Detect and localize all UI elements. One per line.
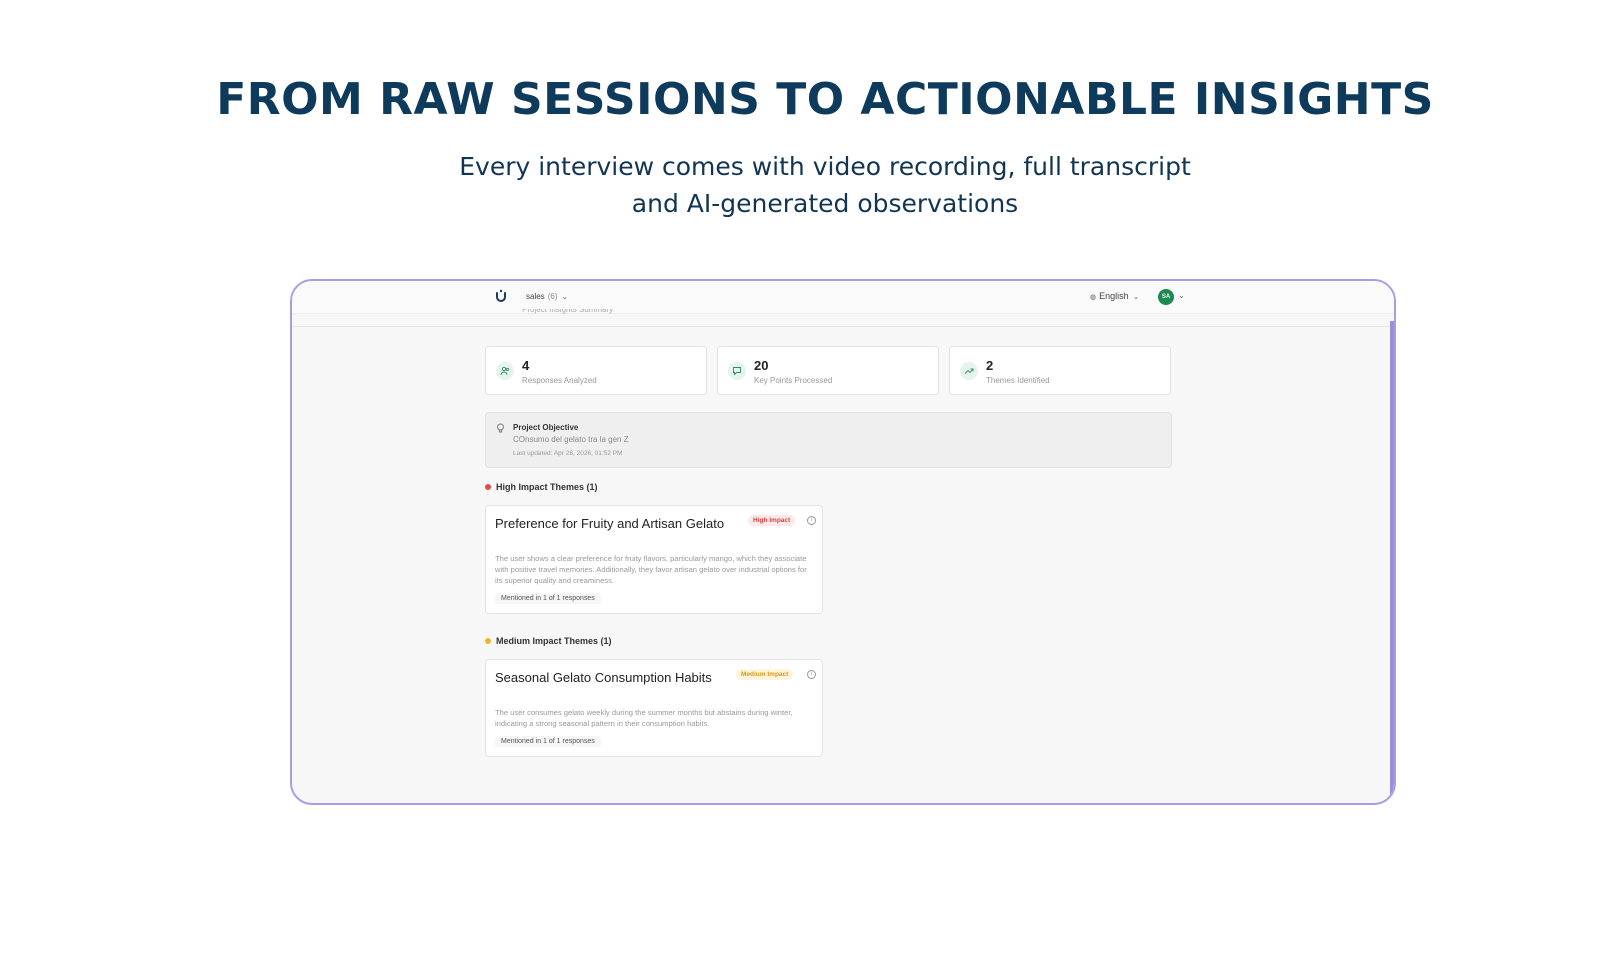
scrollbar[interactable] — [1390, 321, 1394, 803]
stat-card-responses: 4 Responses Analyzed — [485, 346, 707, 395]
mention-count: Mentioned in 1 of 1 responses — [495, 736, 601, 747]
subtitle-line-1: Every interview comes with video recordi… — [459, 152, 1191, 181]
theme-title: Seasonal Gelato Consumption Habits — [495, 670, 712, 685]
stat-label: Key Points Processed — [754, 376, 833, 385]
impact-badge: High Impact — [748, 515, 796, 526]
high-impact-dot — [485, 484, 491, 490]
medium-impact-dot — [485, 638, 491, 644]
stat-card-themes: 2 Themes Identified — [949, 346, 1171, 395]
chevron-down-icon: ⌄ — [561, 292, 569, 301]
users-icon — [496, 362, 514, 380]
stat-label: Responses Analyzed — [522, 376, 597, 385]
stat-value: 2 — [986, 358, 994, 373]
workspace-count: (6) — [547, 292, 558, 301]
stat-value: 20 — [754, 358, 769, 373]
chevron-down-icon[interactable]: ⌄ — [1178, 291, 1185, 300]
section-heading-label: Medium Impact Themes (1) — [496, 636, 612, 646]
info-icon[interactable]: i — [807, 516, 816, 525]
impact-badge: Medium Impact — [736, 669, 794, 680]
section-heading-label: High Impact Themes (1) — [496, 482, 598, 492]
project-objective-panel: Project Objective COnsumo del gelato tra… — [485, 412, 1172, 468]
info-icon[interactable]: i — [807, 670, 816, 679]
medium-impact-heading: Medium Impact Themes (1) — [485, 636, 612, 646]
subtitle-line-2: and AI-generated observations — [631, 189, 1019, 218]
app-screenshot-frame: sales (6) ⌄ ◍ English ⌄ SA ⌄ Project Insight… — [290, 279, 1396, 805]
theme-description: The user shows a clear preference for fr… — [495, 554, 807, 585]
theme-description: The user consumes gelato weekly during t… — [495, 708, 793, 728]
avatar[interactable]: SA — [1158, 289, 1174, 305]
language-selector[interactable]: ◍ English ⌄ — [1090, 291, 1139, 301]
stat-value: 4 — [522, 358, 530, 373]
trending-up-icon — [960, 362, 978, 380]
globe-icon: ◍ — [1090, 294, 1097, 301]
objective-text: COnsumo del gelato tra la gen Z — [513, 435, 629, 444]
message-icon — [728, 362, 746, 380]
divider — [292, 326, 1394, 327]
page-heading-cut: Project Insights Summary — [522, 309, 614, 314]
objective-title: Project Objective — [513, 423, 579, 432]
app-logo-icon[interactable] — [494, 289, 508, 303]
theme-title: Preference for Fruity and Artisan Gelato — [495, 516, 725, 531]
objective-updated: Last updated: Apr 28, 2026, 01:52 PM — [513, 450, 623, 457]
chevron-down-icon: ⌄ — [1132, 292, 1140, 301]
language-label: English — [1099, 291, 1129, 301]
theme-card-medium[interactable]: Seasonal Gelato Consumption Habits Mediu… — [485, 659, 823, 757]
stat-card-key-points: 20 Key Points Processed — [717, 346, 939, 395]
theme-card-high[interactable]: Preference for Fruity and Artisan Gelato… — [485, 505, 823, 614]
page-title: FROM RAW SESSIONS TO ACTIONABLE INSIGHTS — [216, 74, 1434, 125]
stat-label: Themes Identified — [986, 376, 1050, 385]
workspace-name: sales — [526, 292, 545, 301]
lightbulb-icon — [496, 423, 505, 437]
page-subtitle: Every interview comes with video recordi… — [0, 148, 1600, 222]
mention-count: Mentioned in 1 of 1 responses — [495, 593, 601, 604]
top-bar: sales (6) ⌄ ◍ English ⌄ SA ⌄ — [292, 281, 1394, 314]
workspace-selector[interactable]: sales (6) ⌄ — [526, 292, 568, 301]
high-impact-heading: High Impact Themes (1) — [485, 482, 598, 492]
